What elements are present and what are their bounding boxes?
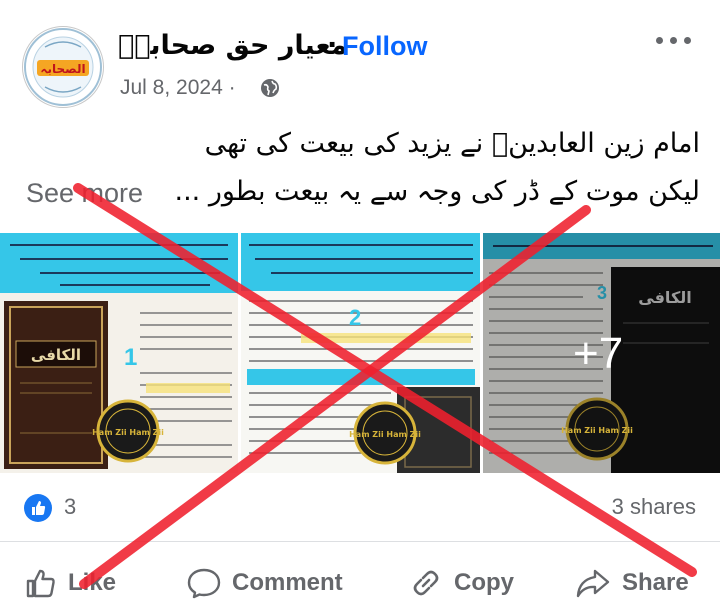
avatar-text: الصحابہ [40,62,85,76]
post-photo-1[interactable]: الکافی 1 [0,233,238,473]
page-avatar[interactable]: الصحابہ [22,26,104,108]
globe-icon [261,79,279,97]
post-photo-3[interactable]: 3 الکافی +7 [483,233,720,473]
see-more-link[interactable]: See more [26,178,143,209]
comment-button[interactable]: Comment [186,560,343,606]
post-date[interactable]: Jul 8, 2024 · [120,76,236,100]
share-icon [576,569,610,598]
more-photos-count[interactable]: +7 [573,329,623,379]
comment-label: Comment [232,569,343,596]
thumbs-up-icon [26,569,55,598]
share-count[interactable]: 3 shares [612,494,696,520]
post-photo-2[interactable]: 2 [241,233,480,473]
header-separator: · [327,30,338,61]
avatar-logo: الصحابہ [24,28,102,106]
comment-icon [187,568,221,599]
more-options-button[interactable] [656,28,700,54]
copy-button[interactable]: Copy [408,560,514,606]
reaction-count[interactable]: 3 [64,494,76,520]
photo2-number: 2 [349,305,361,330]
post-text-line-2: لیکن موت کے ڈر کی وجہ سے یہ بیعت بطور ..… [174,176,700,207]
share-label: Share [622,569,689,596]
like-reaction-icon[interactable] [24,494,52,522]
post-text-line-1: امام زین العابدینؒ نے یزید کی بیعت کی تھ… [204,128,700,159]
follow-button[interactable]: Follow [342,31,427,62]
photo1-book-title: الکافی [31,346,81,364]
like-label: Like [68,569,117,596]
share-button[interactable]: Share [574,560,689,606]
link-icon [413,570,439,596]
photo1-number: 1 [124,344,137,371]
actions-divider [0,541,720,542]
page-name[interactable]: معیار حق صحابہؓ [118,30,348,61]
copy-label: Copy [454,569,514,596]
like-button[interactable]: Like [24,560,116,606]
